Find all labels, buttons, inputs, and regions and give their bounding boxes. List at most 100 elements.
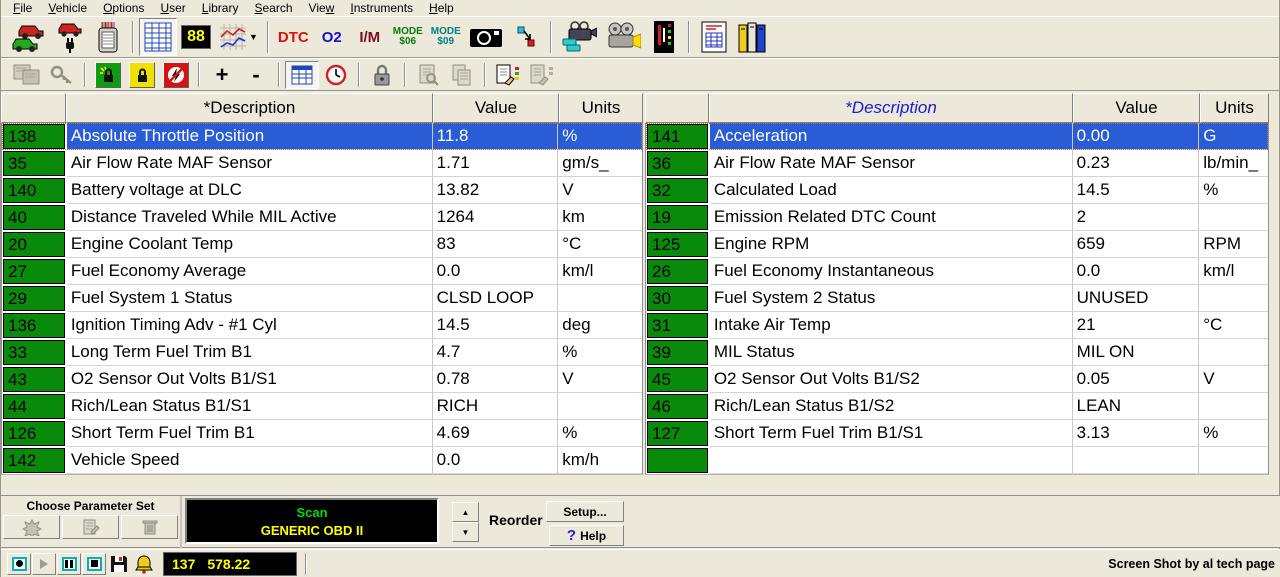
param-id-cell[interactable]: 32 bbox=[647, 178, 708, 203]
param-description-cell[interactable]: Short Term Fuel Trim B1 bbox=[67, 420, 433, 447]
param-value-cell[interactable]: LEAN bbox=[1073, 393, 1200, 420]
table-row[interactable]: 140Battery voltage at DLC13.82V bbox=[2, 177, 642, 204]
param-units-cell[interactable]: V bbox=[558, 366, 642, 393]
edit-parameter-set-button[interactable] bbox=[62, 515, 119, 539]
param-description-cell[interactable]: Engine RPM bbox=[710, 231, 1073, 258]
param-units-cell[interactable]: km/l bbox=[558, 258, 642, 285]
table-row[interactable]: 20Engine Coolant Temp83°C bbox=[2, 231, 642, 258]
param-units-cell[interactable] bbox=[1199, 285, 1268, 312]
mode09-button[interactable]: MODE $09 bbox=[427, 18, 465, 56]
param-value-cell[interactable]: UNUSED bbox=[1073, 285, 1200, 312]
library-books-button[interactable] bbox=[733, 18, 771, 56]
table-row[interactable]: 126Short Term Fuel Trim B14.69% bbox=[2, 420, 642, 447]
param-units-cell[interactable]: km/l bbox=[1199, 258, 1268, 285]
param-id-cell[interactable]: 20 bbox=[3, 232, 65, 257]
table-row[interactable]: 27Fuel Economy Average0.0km/l bbox=[2, 258, 642, 285]
id-column-header[interactable] bbox=[645, 93, 709, 123]
param-id-cell[interactable]: 43 bbox=[3, 367, 65, 392]
param-description-cell[interactable]: Long Term Fuel Trim B1 bbox=[67, 339, 433, 366]
table-row[interactable]: 44Rich/Lean Status B1/S1RICH bbox=[2, 393, 642, 420]
new-parameter-set-button[interactable] bbox=[3, 515, 60, 539]
record-video-button[interactable] bbox=[557, 18, 601, 56]
param-value-cell[interactable]: 14.5 bbox=[1073, 177, 1200, 204]
table-row[interactable]: 141Acceleration0.00G bbox=[646, 123, 1268, 150]
menu-options[interactable]: Options bbox=[95, 1, 152, 15]
table-row[interactable]: 39MIL StatusMIL ON bbox=[646, 339, 1268, 366]
menu-library[interactable]: Library bbox=[194, 1, 247, 15]
param-description-cell[interactable]: Calculated Load bbox=[710, 177, 1073, 204]
param-id-cell[interactable]: 127 bbox=[647, 421, 708, 446]
play-button[interactable] bbox=[32, 553, 56, 575]
graph-dropdown-arrow-icon[interactable]: ▼ bbox=[249, 32, 258, 42]
param-units-cell[interactable]: deg bbox=[558, 312, 642, 339]
param-description-cell[interactable]: Fuel System 2 Status bbox=[710, 285, 1073, 312]
pause-button[interactable] bbox=[57, 553, 81, 575]
unlock-all-button[interactable] bbox=[91, 61, 125, 89]
param-units-cell[interactable]: V bbox=[1199, 366, 1268, 393]
param-id-cell[interactable]: 136 bbox=[3, 313, 65, 338]
reorder-down-button[interactable]: ▼ bbox=[452, 522, 479, 542]
table-row[interactable]: 40Distance Traveled While MIL Active1264… bbox=[2, 204, 642, 231]
menu-file[interactable]: File bbox=[5, 1, 40, 15]
menu-instruments[interactable]: Instruments bbox=[342, 1, 421, 15]
param-id-cell[interactable] bbox=[647, 448, 708, 473]
mode06-button[interactable]: MODE $06 bbox=[389, 18, 427, 56]
param-value-cell[interactable]: MIL ON bbox=[1073, 339, 1200, 366]
param-id-cell[interactable]: 125 bbox=[647, 232, 708, 257]
graph-view-button[interactable]: ▼ bbox=[215, 18, 262, 56]
units-column-header[interactable]: Units bbox=[1200, 93, 1269, 123]
param-description-cell[interactable]: O2 Sensor Out Volts B1/S1 bbox=[67, 366, 433, 393]
im-readiness-button[interactable]: I/M bbox=[351, 18, 389, 56]
units-column-header[interactable]: Units bbox=[559, 93, 643, 123]
snapshot-button[interactable] bbox=[465, 18, 507, 56]
table-row[interactable]: 136Ignition Timing Adv - #1 Cyl14.5deg bbox=[2, 312, 642, 339]
param-id-cell[interactable]: 36 bbox=[647, 151, 708, 176]
menu-vehicle[interactable]: Vehicle bbox=[40, 1, 95, 15]
param-description-cell[interactable]: Battery voltage at DLC bbox=[67, 177, 433, 204]
vehicles-button[interactable] bbox=[7, 18, 51, 56]
param-value-cell[interactable]: RICH bbox=[433, 393, 559, 420]
run-script-disabled-button[interactable] bbox=[525, 61, 559, 89]
param-id-cell[interactable]: 29 bbox=[3, 286, 65, 311]
param-id-cell[interactable]: 39 bbox=[647, 340, 708, 365]
param-id-cell[interactable]: 26 bbox=[647, 259, 708, 284]
param-description-cell[interactable]: Emission Related DTC Count bbox=[710, 204, 1073, 231]
param-units-cell[interactable] bbox=[1199, 339, 1268, 366]
param-value-cell[interactable]: 3.13 bbox=[1073, 420, 1200, 447]
param-description-cell[interactable]: Air Flow Rate MAF Sensor bbox=[67, 150, 433, 177]
table-row[interactable] bbox=[646, 447, 1268, 474]
param-value-cell[interactable]: 14.5 bbox=[433, 312, 559, 339]
param-units-cell[interactable] bbox=[558, 393, 642, 420]
value-column-header[interactable]: Value bbox=[433, 93, 559, 123]
table-row[interactable]: 45O2 Sensor Out Volts B1/S20.05V bbox=[646, 366, 1268, 393]
param-id-cell[interactable]: 126 bbox=[3, 421, 65, 446]
param-id-cell[interactable]: 142 bbox=[3, 448, 65, 473]
param-units-cell[interactable]: °C bbox=[558, 231, 642, 258]
param-description-cell[interactable]: Rich/Lean Status B1/S2 bbox=[710, 393, 1073, 420]
param-id-cell[interactable]: 45 bbox=[647, 367, 708, 392]
param-description-cell[interactable] bbox=[710, 447, 1073, 474]
description-column-header[interactable]: *Description bbox=[66, 93, 433, 123]
print-preview-button[interactable] bbox=[411, 61, 445, 89]
param-units-cell[interactable]: % bbox=[558, 420, 642, 447]
param-description-cell[interactable]: MIL Status bbox=[710, 339, 1073, 366]
dtc-button[interactable]: DTC bbox=[274, 18, 313, 56]
table-row[interactable]: 19Emission Related DTC Count2 bbox=[646, 204, 1268, 231]
param-description-cell[interactable]: Fuel System 1 Status bbox=[67, 285, 433, 312]
param-value-cell[interactable] bbox=[1073, 447, 1200, 474]
param-description-cell[interactable]: Vehicle Speed bbox=[67, 447, 433, 474]
disable-power-button[interactable] bbox=[159, 61, 193, 89]
param-id-cell[interactable]: 35 bbox=[3, 151, 65, 176]
description-column-header[interactable]: *Description bbox=[709, 93, 1073, 123]
table-row[interactable]: 31Intake Air Temp21°C bbox=[646, 312, 1268, 339]
param-units-cell[interactable] bbox=[1199, 393, 1268, 420]
add-parameter-button[interactable]: + bbox=[205, 61, 239, 89]
param-id-cell[interactable]: 138 bbox=[3, 124, 65, 149]
data-table-view-button[interactable] bbox=[139, 18, 177, 56]
menu-help[interactable]: Help bbox=[421, 1, 462, 15]
run-script-button[interactable] bbox=[491, 61, 525, 89]
param-value-cell[interactable]: 1.71 bbox=[433, 150, 559, 177]
table-mode-button[interactable] bbox=[285, 61, 319, 89]
copy-button[interactable] bbox=[445, 61, 479, 89]
table-row[interactable]: 33Long Term Fuel Trim B14.7% bbox=[2, 339, 642, 366]
